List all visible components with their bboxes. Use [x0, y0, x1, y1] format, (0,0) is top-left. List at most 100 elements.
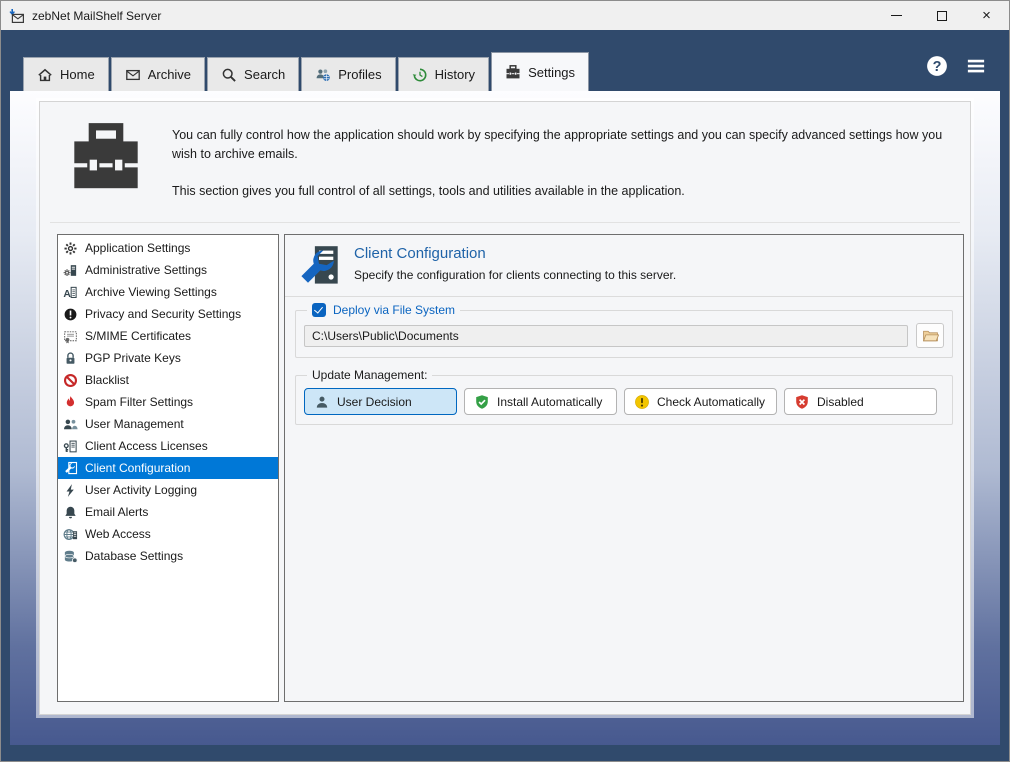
history-icon — [412, 67, 428, 83]
sidebar-item-user-activity-logging[interactable]: User Activity Logging — [58, 479, 278, 501]
deploy-checkbox[interactable] — [312, 303, 326, 317]
update-option-label: Check Automatically — [657, 395, 765, 409]
browse-folder-button[interactable] — [916, 323, 944, 348]
warning-icon — [634, 394, 650, 410]
sidebar-item-user-management[interactable]: User Management — [58, 413, 278, 435]
sidebar-item-application-settings[interactable]: Application Settings — [58, 237, 278, 259]
panel-header: Client Configuration Specify the configu… — [285, 235, 963, 297]
client-configuration-panel: Client Configuration Specify the configu… — [284, 234, 964, 702]
settings-category-list: Application SettingsAdministrative Setti… — [57, 234, 279, 702]
sidebar-item-label: Privacy and Security Settings — [85, 307, 241, 321]
menu-icon[interactable] — [966, 56, 986, 76]
sidebar-item-web-access[interactable]: Web Access — [58, 523, 278, 545]
window-controls: × — [874, 1, 1009, 30]
bell-icon — [63, 505, 78, 520]
update-management-label: Update Management: — [312, 368, 427, 382]
intro-divider — [50, 222, 960, 223]
panel-subtitle: Specify the configuration for clients co… — [354, 268, 676, 282]
app-window: { "window": { "title": "zebNet MailShelf… — [0, 0, 1010, 762]
deploy-label: Deploy via File System — [333, 303, 455, 317]
tab-archive[interactable]: Archive — [111, 57, 205, 91]
tab-bar-actions: ? — [926, 55, 986, 77]
sidebar-item-privacy-and-security-settings[interactable]: Privacy and Security Settings — [58, 303, 278, 325]
sidebar-item-client-configuration[interactable]: Client Configuration — [58, 457, 278, 479]
update-option-label: User Decision — [337, 395, 412, 409]
folder-icon — [922, 327, 939, 344]
tab-label: Search — [244, 67, 285, 82]
tab-search[interactable]: Search — [207, 57, 299, 91]
deploy-path-input[interactable] — [304, 325, 908, 347]
sidebar-item-label: PGP Private Keys — [85, 351, 181, 365]
sidebar-item-s-mime-certificates[interactable]: S/MIME Certificates — [58, 325, 278, 347]
admin-gear-icon — [63, 263, 78, 278]
globe-icon — [63, 527, 78, 542]
maximize-icon — [937, 11, 947, 21]
settings-page: You can fully control how the applicatio… — [39, 101, 971, 715]
sidebar-item-label: Archive Viewing Settings — [85, 285, 217, 299]
blacklist-icon — [63, 373, 78, 388]
sidebar-item-archive-viewing-settings[interactable]: A Archive Viewing Settings — [58, 281, 278, 303]
shield-x-icon — [794, 394, 810, 410]
sidebar-item-label: Blacklist — [85, 373, 129, 387]
maximize-button[interactable] — [919, 1, 964, 30]
settings-intro: You can fully control how the applicatio… — [172, 126, 946, 200]
intro-paragraph-1: You can fully control how the applicatio… — [172, 126, 946, 164]
title-bar: zebNet MailShelf Server × — [1, 1, 1009, 30]
svg-text:A: A — [63, 288, 71, 299]
flame-icon — [63, 395, 78, 410]
sidebar-item-label: Spam Filter Settings — [85, 395, 193, 409]
sidebar-item-spam-filter-settings[interactable]: Spam Filter Settings — [58, 391, 278, 413]
update-option-label: Install Automatically — [497, 395, 602, 409]
sidebar-item-client-access-licenses[interactable]: Client Access Licenses — [58, 435, 278, 457]
intro-paragraph-2: This section gives you full control of a… — [172, 182, 946, 201]
tab-label: History — [435, 67, 475, 82]
client-area: You can fully control how the applicatio… — [10, 91, 1000, 745]
database-icon — [63, 549, 78, 564]
panel-body: Deploy via File System Update Management… — [285, 297, 963, 431]
padlock-icon — [63, 351, 78, 366]
sidebar-item-blacklist[interactable]: Blacklist — [58, 369, 278, 391]
update-options: User Decision Install Automatically Check … — [304, 388, 944, 415]
users-icon — [63, 417, 78, 432]
privacy-icon — [63, 307, 78, 322]
update-management-group: Update Management: User Decision Install … — [295, 368, 953, 425]
update-option-check-automatically[interactable]: Check Automatically — [624, 388, 777, 415]
client-config-icon — [297, 244, 341, 288]
profiles-icon — [315, 67, 331, 83]
minimize-button[interactable] — [874, 1, 919, 30]
tab-label: Archive — [148, 67, 191, 82]
tab-profiles[interactable]: Profiles — [301, 57, 395, 91]
svg-text:?: ? — [933, 59, 942, 75]
sidebar-item-label: User Management — [85, 417, 184, 431]
window-title: zebNet MailShelf Server — [32, 9, 874, 23]
sidebar-item-label: Database Settings — [85, 549, 183, 563]
certificate-icon — [63, 329, 78, 344]
panel-title: Client Configuration — [354, 245, 676, 262]
sidebar-item-pgp-private-keys[interactable]: PGP Private Keys — [58, 347, 278, 369]
sidebar-item-email-alerts[interactable]: Email Alerts — [58, 501, 278, 523]
tab-settings[interactable]: Settings — [491, 52, 589, 91]
lightning-icon — [63, 483, 78, 498]
sidebar-item-label: Client Configuration — [85, 461, 190, 475]
sidebar-item-label: Client Access Licenses — [85, 439, 208, 453]
archive-view-icon: A — [63, 285, 78, 300]
envelope-icon — [125, 67, 141, 83]
sidebar-item-administrative-settings[interactable]: Administrative Settings — [58, 259, 278, 281]
close-icon: × — [982, 8, 991, 23]
tab-bar-tabs: Home Archive Search Profiles History Settings — [23, 52, 591, 91]
help-icon[interactable]: ? — [926, 55, 948, 77]
tab-bar: Home Archive Search Profiles History Settings… — [10, 30, 1000, 91]
wrench-doc-icon — [63, 461, 78, 476]
sidebar-item-label: Email Alerts — [85, 505, 148, 519]
sidebar-item-label: S/MIME Certificates — [85, 329, 191, 343]
close-button[interactable]: × — [964, 1, 1009, 30]
tab-history[interactable]: History — [398, 57, 489, 91]
update-option-user-decision[interactable]: User Decision — [304, 388, 457, 415]
sidebar-item-database-settings[interactable]: Database Settings — [58, 545, 278, 567]
update-option-install-automatically[interactable]: Install Automatically — [464, 388, 617, 415]
update-option-disabled[interactable]: Disabled — [784, 388, 937, 415]
search-icon — [221, 67, 237, 83]
tab-home[interactable]: Home — [23, 57, 109, 91]
deploy-group: Deploy via File System — [295, 303, 953, 358]
tab-label: Home — [60, 67, 95, 82]
